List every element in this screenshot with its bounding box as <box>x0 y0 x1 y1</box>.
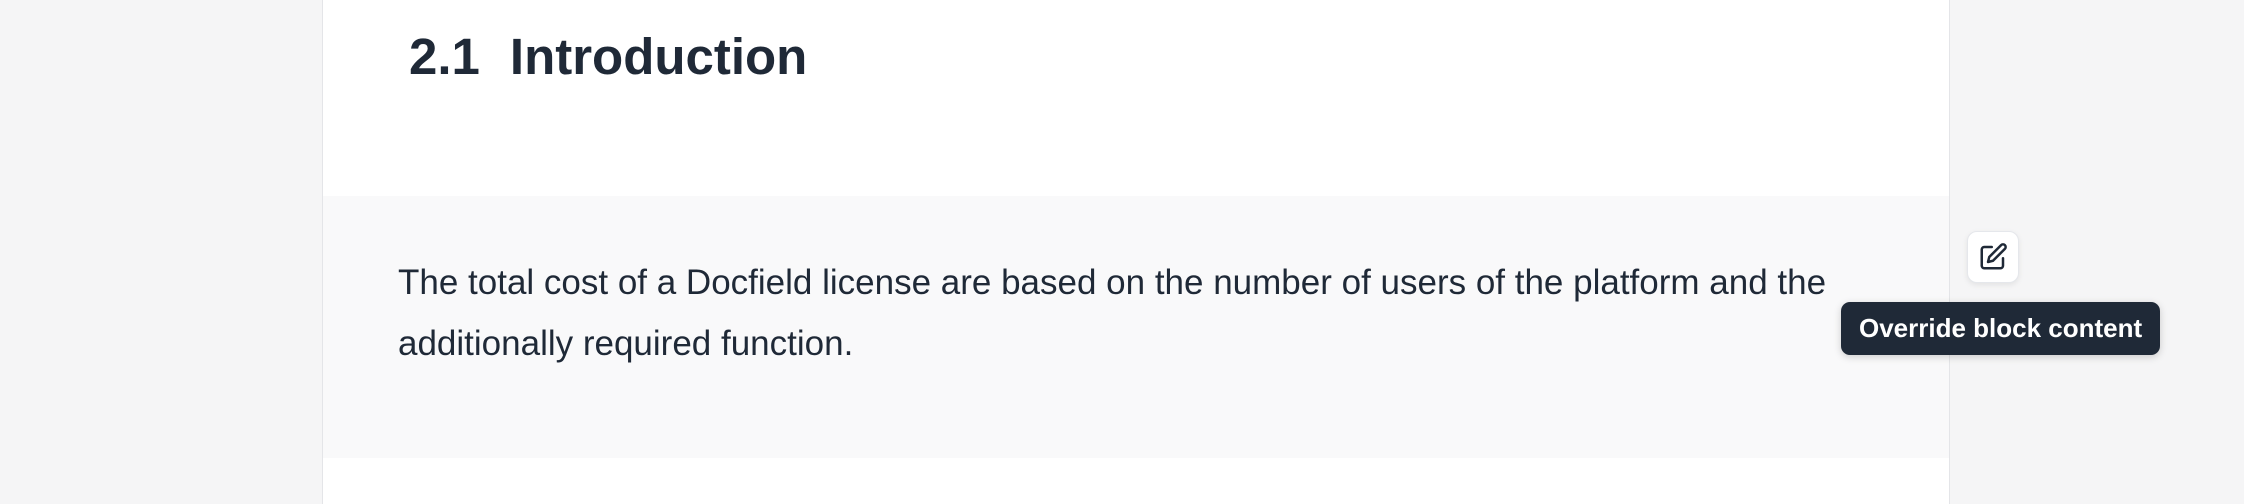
content-block[interactable]: The total cost of a Docfield license are… <box>323 196 1949 458</box>
edit-square-icon <box>1980 243 2007 270</box>
block-text: The total cost of a Docfield license are… <box>398 263 1827 363</box>
override-tooltip: Override block content <box>1841 302 2161 355</box>
override-block-button[interactable] <box>1967 231 2019 283</box>
section-number: 2.1 <box>409 28 480 85</box>
section-title: Introduction <box>509 28 808 85</box>
section-heading: 2.1 Introduction <box>409 22 807 92</box>
document-page: 2.1 Introduction The total cost of a Docf… <box>322 0 1950 504</box>
